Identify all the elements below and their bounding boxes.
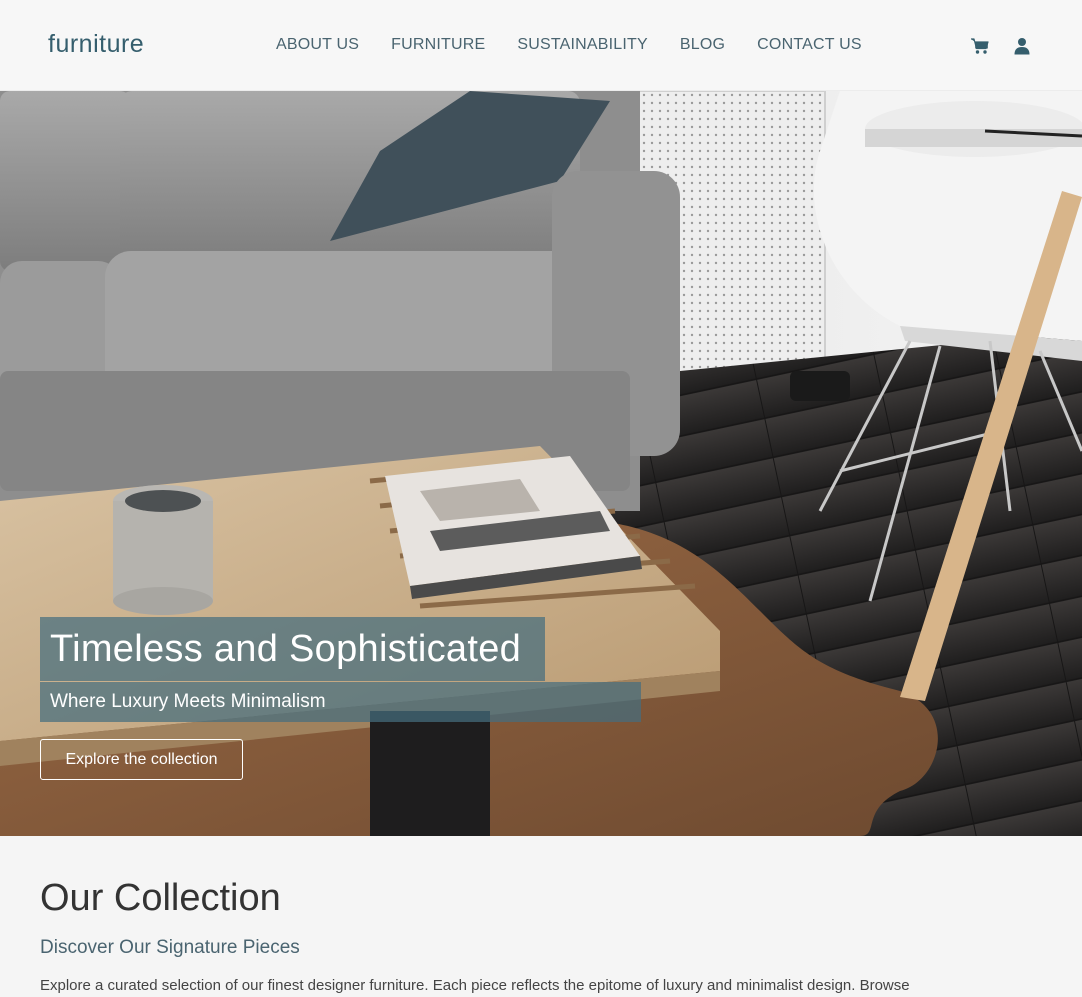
brand-logo[interactable]: furniture: [48, 30, 144, 59]
collection-title: Our Collection: [40, 877, 281, 919]
hero-banner: Timeless and Sophisticated Where Luxury …: [0, 91, 1082, 836]
nav-blog[interactable]: BLOG: [680, 36, 725, 54]
main-nav: ABOUT US FURNITURE SUSTAINABILITY BLOG C…: [276, 36, 862, 54]
hero-title: Timeless and Sophisticated: [40, 617, 545, 681]
nav-about-us[interactable]: ABOUT US: [276, 36, 359, 54]
site-header: furniture ABOUT US FURNITURE SUSTAINABIL…: [0, 0, 1082, 91]
nav-furniture[interactable]: FURNITURE: [391, 36, 485, 54]
user-icon[interactable]: [1011, 36, 1033, 56]
hero-image: [0, 91, 1082, 836]
nav-contact-us[interactable]: CONTACT US: [757, 36, 862, 54]
collection-subtitle: Discover Our Signature Pieces: [40, 937, 300, 958]
explore-collection-button[interactable]: Explore the collection: [40, 739, 243, 780]
nav-sustainability[interactable]: SUSTAINABILITY: [517, 36, 648, 54]
cart-icon[interactable]: [969, 36, 991, 56]
header-actions: [969, 36, 1033, 56]
hero-subtitle: Where Luxury Meets Minimalism: [40, 682, 641, 722]
collection-description: Explore a curated selection of our fines…: [40, 977, 910, 994]
